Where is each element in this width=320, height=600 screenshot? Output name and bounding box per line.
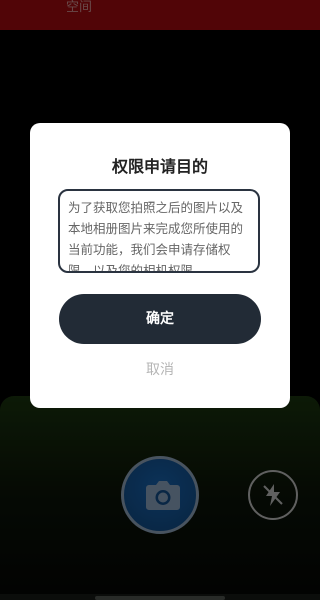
dialog-title: 权限申请目的 [111,157,208,176]
confirm-button[interactable]: 确定 [59,294,261,344]
dialog-message: 为了获取您拍照之后的图片以及本地相册图片来完成您所使用的当前功能，我们会申请存储… [58,189,260,273]
permission-dialog: 权限申请目的 为了获取您拍照之后的图片以及本地相册图片来完成您所使用的当前功能，… [30,123,290,408]
cancel-button[interactable]: 取消 [30,359,290,379]
